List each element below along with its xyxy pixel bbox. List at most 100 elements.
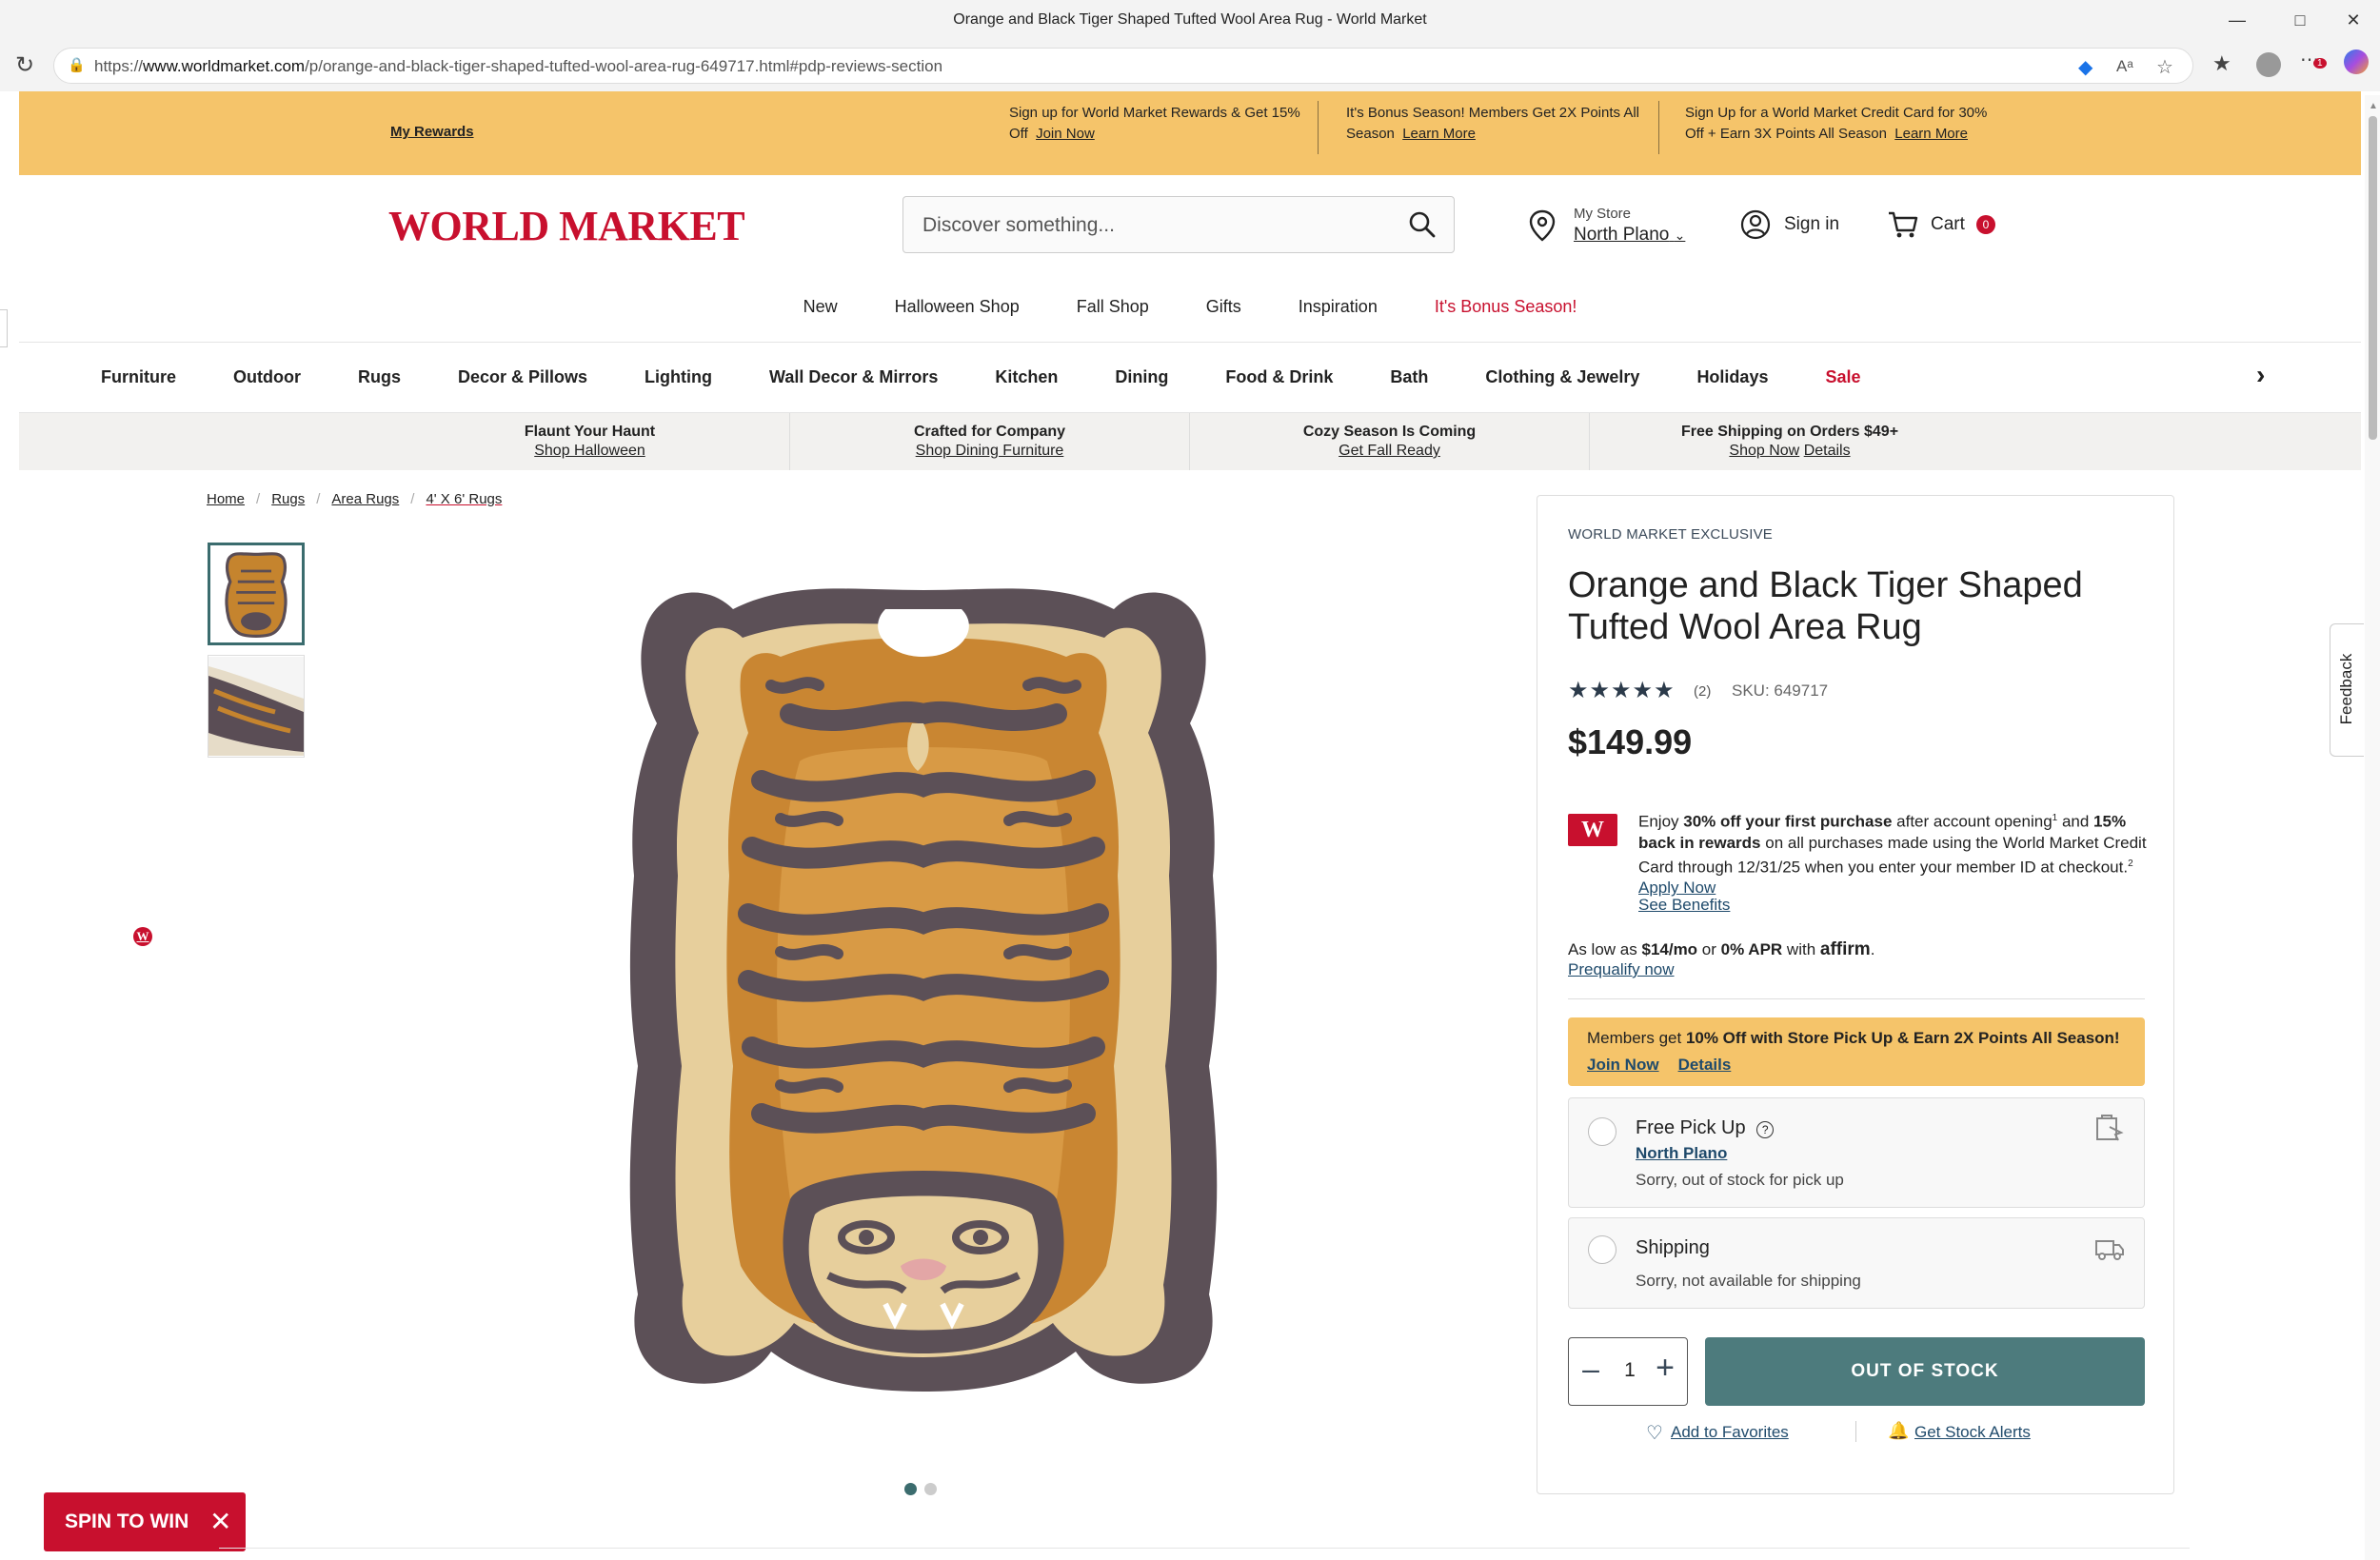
shop-halloween-link[interactable]: Shop Halloween (534, 443, 645, 459)
out-of-stock-button[interactable]: OUT OF STOCK (1705, 1337, 2145, 1406)
chevron-right-icon[interactable]: › (2256, 360, 2265, 390)
increase-quantity-button[interactable]: + (1651, 1350, 1679, 1387)
profile-icon[interactable] (2256, 52, 2281, 77)
side-tab[interactable] (0, 309, 8, 347)
cat-kitchen[interactable]: Kitchen (995, 367, 1058, 387)
rug-detail-thumbnail-image (208, 657, 304, 756)
see-benefits-link[interactable]: See Benefits (1638, 896, 1730, 915)
exclusive-label: WORLD MARKET EXCLUSIVE (1568, 526, 1774, 543)
favorite-star-icon[interactable]: ☆ (2156, 55, 2173, 79)
shop-dining-link[interactable]: Shop Dining Furniture (916, 443, 1064, 459)
shield-icon[interactable]: ◆ (2078, 55, 2092, 79)
feedback-tab[interactable]: Feedback (2330, 623, 2364, 757)
members-details-link[interactable]: Details (1678, 1056, 1732, 1075)
search-input[interactable]: Discover something... (902, 196, 1455, 253)
subnav-gifts[interactable]: Gifts (1206, 297, 1241, 317)
rating-stars[interactable]: ★★★★★ (1568, 677, 1676, 704)
promo-divider (1658, 101, 1659, 154)
get-fall-ready-link[interactable]: Get Fall Ready (1339, 443, 1440, 459)
reload-icon[interactable]: ↻ (11, 52, 38, 79)
add-to-favorites-link[interactable]: Add to Favorites (1671, 1423, 1789, 1442)
subnav-inspiration[interactable]: Inspiration (1299, 297, 1378, 317)
apply-now-link[interactable]: Apply Now (1638, 879, 1716, 897)
credit-learn-more-link[interactable]: Learn More (1894, 126, 1968, 142)
page-scrollbar[interactable]: ▲ (2365, 95, 2380, 1560)
close-icon[interactable]: ✕ (209, 1506, 231, 1537)
spin-to-win-button[interactable]: SPIN TO WIN ✕ (44, 1492, 246, 1551)
address-bar[interactable]: 🔒 https://www.worldmarket.com/p/orange-a… (53, 48, 2193, 84)
maximize-icon[interactable]: □ (2273, 0, 2327, 40)
search-icon[interactable] (1408, 210, 1437, 239)
url-text[interactable]: https://www.worldmarket.com/p/orange-and… (94, 57, 942, 76)
pickup-radio[interactable] (1588, 1117, 1616, 1146)
breadcrumb-rugs[interactable]: Rugs (271, 491, 305, 507)
cat-sale[interactable]: Sale (1825, 367, 1860, 387)
world-market-logo[interactable]: WORLD MARKET (388, 202, 745, 250)
copilot-icon[interactable] (2344, 49, 2369, 74)
cat-lighting[interactable]: Lighting (645, 367, 712, 387)
cat-decor-pillows[interactable]: Decor & Pillows (458, 367, 587, 387)
cat-dining[interactable]: Dining (1115, 367, 1168, 387)
members-banner: Members get 10% Off with Store Pick Up &… (1568, 1017, 2145, 1086)
read-aloud-icon[interactable]: Aᵃ (2116, 57, 2133, 76)
breadcrumb-home[interactable]: Home (207, 491, 245, 507)
pickup-option[interactable]: Free Pick Up ? North Plano Sorry, out of… (1568, 1097, 2145, 1208)
cart-link[interactable]: Cart 0 (1887, 209, 1995, 240)
divider (1855, 1421, 1856, 1442)
scroll-up-icon[interactable]: ▲ (2369, 101, 2378, 111)
prequalify-link[interactable]: Prequalify now (1568, 960, 1675, 979)
close-window-icon[interactable]: ✕ (2327, 0, 2380, 40)
help-circle-icon[interactable]: ? (1756, 1121, 1775, 1138)
cat-bath[interactable]: Bath (1390, 367, 1428, 387)
shop-now-link[interactable]: Shop Now (1729, 443, 1799, 459)
cat-furniture[interactable]: Furniture (101, 367, 176, 387)
quantity-value[interactable]: 1 (1618, 1359, 1641, 1382)
bell-icon[interactable]: 🔔 (1888, 1421, 1909, 1441)
promo-divider (1318, 101, 1319, 154)
pickup-store-link[interactable]: North Plano (1636, 1144, 1727, 1163)
decrease-quantity-button[interactable]: – (1577, 1352, 1605, 1387)
cat-rugs[interactable]: Rugs (358, 367, 401, 387)
carousel-dot[interactable] (904, 1483, 917, 1495)
shipping-radio[interactable] (1588, 1235, 1616, 1264)
cat-outdoor[interactable]: Outdoor (233, 367, 301, 387)
breadcrumb-area-rugs[interactable]: Area Rugs (331, 491, 399, 507)
more-icon[interactable]: ⋯1 (2300, 48, 2327, 71)
site-header: WORLD MARKET Discover something... My St… (19, 175, 2361, 343)
subnav-halloween-shop[interactable]: Halloween Shop (895, 297, 1020, 317)
cat-food-drink[interactable]: Food & Drink (1225, 367, 1333, 387)
product-main-image[interactable] (600, 571, 1247, 1409)
join-now-link[interactable]: Join Now (1036, 126, 1095, 142)
credit-card-offer: Enjoy 30% off your first purchase after … (1638, 812, 2147, 898)
product-thumbnail[interactable] (208, 655, 305, 758)
promo-bar: My Rewards Sign up for World Market Rewa… (19, 91, 2361, 175)
learn-more-link[interactable]: Learn More (1402, 126, 1476, 142)
scrollbar-thumb[interactable] (2369, 116, 2377, 440)
cat-clothing-jewelry[interactable]: Clothing & Jewelry (1485, 367, 1639, 387)
credit-card-icon: W (1568, 814, 1617, 846)
cat-holidays[interactable]: Holidays (1696, 367, 1768, 387)
heart-icon[interactable]: ♡ (1646, 1421, 1663, 1445)
product-thumbnail[interactable] (208, 543, 305, 645)
site-info-icon[interactable]: 🔒 (68, 56, 87, 75)
favorites-icon[interactable]: ★ (2212, 51, 2231, 76)
stock-alerts-link[interactable]: Get Stock Alerts (1914, 1423, 2031, 1442)
minimize-icon[interactable]: — (2211, 0, 2264, 40)
carousel-dot[interactable] (924, 1483, 937, 1495)
shipping-details-link[interactable]: Details (1804, 443, 1851, 459)
shipping-option[interactable]: Shipping Sorry, not available for shippi… (1568, 1217, 2145, 1309)
members-join-now-link[interactable]: Join Now (1587, 1056, 1659, 1075)
store-name[interactable]: North Plano ⌄ (1574, 225, 1685, 246)
cat-wall-decor[interactable]: Wall Decor & Mirrors (769, 367, 938, 387)
site-favicon: W (133, 927, 152, 946)
product-price: $149.99 (1568, 722, 1693, 761)
subnav-bonus-season[interactable]: It's Bonus Season! (1435, 297, 1577, 317)
subnav-fall-shop[interactable]: Fall Shop (1077, 297, 1149, 317)
my-rewards-link[interactable]: My Rewards (390, 124, 474, 140)
subnav-new[interactable]: New (803, 297, 838, 317)
benefit-dining: Crafted for Company Shop Dining Furnitur… (790, 413, 1190, 470)
sign-in-link[interactable]: Sign in (1740, 209, 1839, 240)
breadcrumb-current[interactable]: 4' X 6' Rugs (426, 491, 502, 507)
shipping-status: Sorry, not available for shipping (1636, 1272, 1861, 1290)
review-count[interactable]: (2) (1694, 683, 1711, 700)
